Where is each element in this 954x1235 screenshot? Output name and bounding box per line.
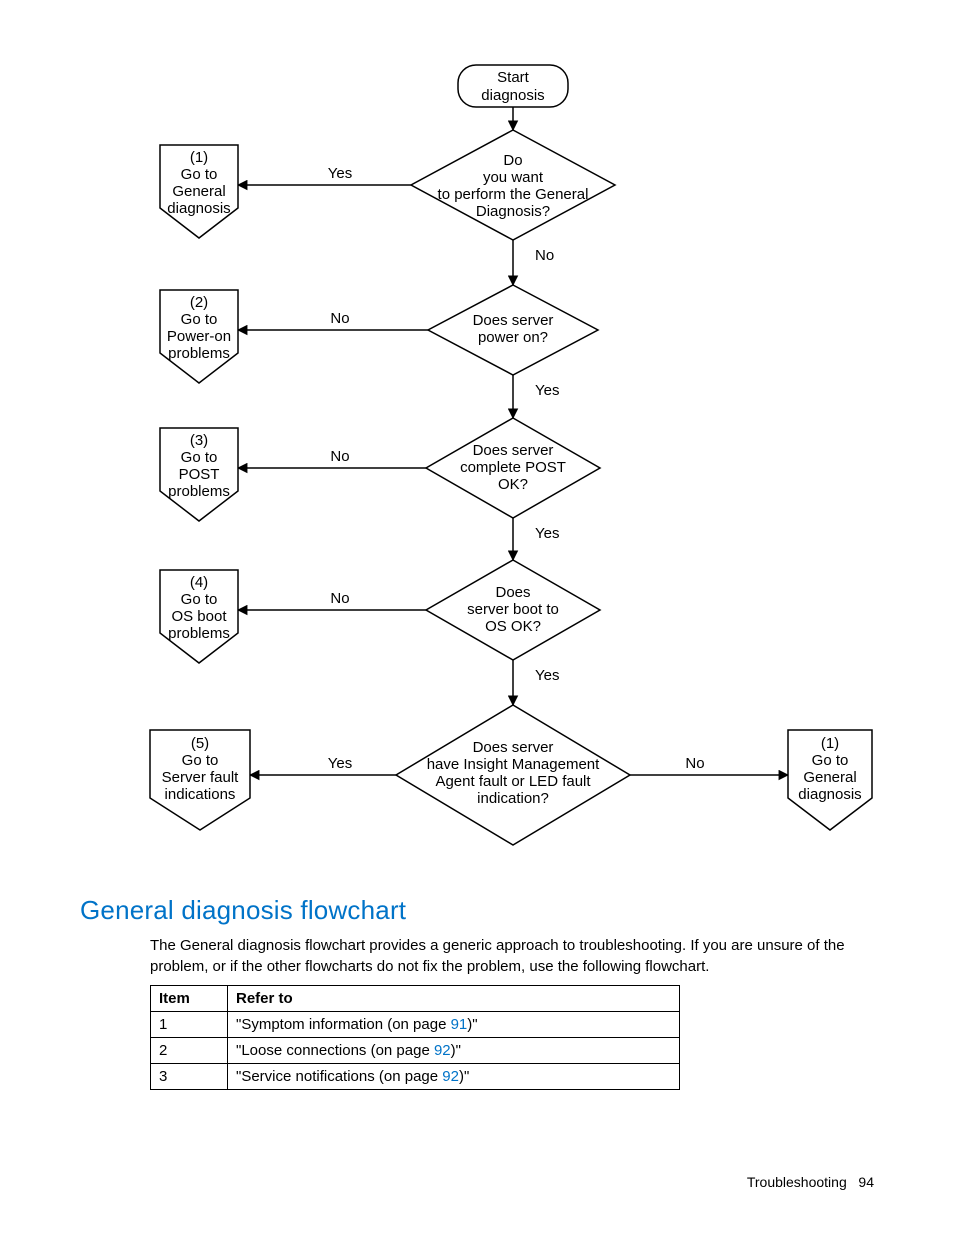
svg-text:(1): (1) xyxy=(821,735,839,752)
svg-text:to perform the General: to perform the General xyxy=(438,186,589,203)
header-item: Item xyxy=(151,986,228,1012)
svg-text:have Insight Management: have Insight Management xyxy=(427,756,600,773)
page-link[interactable]: 92 xyxy=(434,1042,451,1059)
page-footer: Troubleshooting 94 xyxy=(747,1174,874,1190)
flowchart-diagram: Start diagnosis Do you want to perform t… xyxy=(140,60,900,870)
footer-page-number: 94 xyxy=(858,1174,874,1190)
footer-section: Troubleshooting xyxy=(747,1174,847,1190)
label-yes-3: Yes xyxy=(535,525,559,542)
svg-text:General: General xyxy=(803,769,856,786)
svg-text:(1): (1) xyxy=(190,149,208,166)
label-yes-1: Yes xyxy=(328,165,352,182)
svg-text:Power-on: Power-on xyxy=(167,328,231,345)
svg-text:(4): (4) xyxy=(190,574,208,591)
page-link[interactable]: 91 xyxy=(451,1016,468,1033)
start-line1: Start xyxy=(497,69,530,86)
label-yes-5: Yes xyxy=(328,755,352,772)
svg-text:problems: problems xyxy=(168,345,230,362)
svg-text:Server fault: Server fault xyxy=(162,769,240,786)
page-link[interactable]: 92 xyxy=(442,1068,459,1085)
svg-text:Does server: Does server xyxy=(473,312,554,329)
svg-text:Diagnosis?: Diagnosis? xyxy=(476,203,550,220)
cell-item: 3 xyxy=(151,1064,228,1090)
label-no-1: No xyxy=(535,247,554,264)
table-header-row: Item Refer to xyxy=(151,986,680,1012)
svg-text:General: General xyxy=(172,183,225,200)
svg-text:server boot to: server boot to xyxy=(467,601,559,618)
svg-text:Go to: Go to xyxy=(812,752,849,769)
svg-text:OS OK?: OS OK? xyxy=(485,618,541,635)
svg-text:(3): (3) xyxy=(190,432,208,449)
label-no-5: No xyxy=(685,755,704,772)
svg-text:you want: you want xyxy=(483,169,544,186)
svg-text:Go to: Go to xyxy=(181,166,218,183)
document-page: Start diagnosis Do you want to perform t… xyxy=(0,0,954,1235)
table-row: 3 "Service notifications (on page 92)" xyxy=(151,1064,680,1090)
svg-text:Go to: Go to xyxy=(182,752,219,769)
label-no-3: No xyxy=(330,448,349,465)
intro-line-1: The General diagnosis flowchart provides… xyxy=(150,937,845,954)
table-row: 2 "Loose connections (on page 92)" xyxy=(151,1038,680,1064)
svg-text:OS boot: OS boot xyxy=(171,608,227,625)
svg-text:complete POST: complete POST xyxy=(460,459,566,476)
svg-text:Does server: Does server xyxy=(473,442,554,459)
label-yes-4: Yes xyxy=(535,667,559,684)
svg-text:Does server: Does server xyxy=(473,739,554,756)
svg-text:(5): (5) xyxy=(191,735,209,752)
svg-text:Agent fault or LED fault: Agent fault or LED fault xyxy=(435,773,591,790)
reference-table: Item Refer to 1 "Symptom information (on… xyxy=(150,985,680,1090)
intro-paragraph: The General diagnosis flowchart provides… xyxy=(150,935,870,977)
svg-text:diagnosis: diagnosis xyxy=(167,200,230,217)
cell-refer: "Symptom information (on page 91)" xyxy=(228,1012,680,1038)
intro-line-2: problem, or if the other flowcharts do n… xyxy=(150,958,709,975)
svg-text:indications: indications xyxy=(165,786,236,803)
label-no-2: No xyxy=(330,310,349,327)
svg-text:(2): (2) xyxy=(190,294,208,311)
start-line2: diagnosis xyxy=(481,87,544,104)
section-heading: General diagnosis flowchart xyxy=(80,895,406,926)
cell-item: 2 xyxy=(151,1038,228,1064)
header-refer: Refer to xyxy=(228,986,680,1012)
svg-text:Do: Do xyxy=(503,152,522,169)
svg-text:Go to: Go to xyxy=(181,449,218,466)
svg-text:problems: problems xyxy=(168,625,230,642)
svg-text:OK?: OK? xyxy=(498,476,528,493)
table-row: 1 "Symptom information (on page 91)" xyxy=(151,1012,680,1038)
svg-text:Does: Does xyxy=(495,584,530,601)
svg-text:Go to: Go to xyxy=(181,591,218,608)
cell-refer: "Service notifications (on page 92)" xyxy=(228,1064,680,1090)
cell-item: 1 xyxy=(151,1012,228,1038)
svg-text:power on?: power on? xyxy=(478,329,548,346)
svg-text:diagnosis: diagnosis xyxy=(798,786,861,803)
label-yes-2: Yes xyxy=(535,382,559,399)
svg-text:problems: problems xyxy=(168,483,230,500)
label-no-4: No xyxy=(330,590,349,607)
svg-text:POST: POST xyxy=(179,466,220,483)
svg-text:indication?: indication? xyxy=(477,790,549,807)
cell-refer: "Loose connections (on page 92)" xyxy=(228,1038,680,1064)
svg-text:Go to: Go to xyxy=(181,311,218,328)
